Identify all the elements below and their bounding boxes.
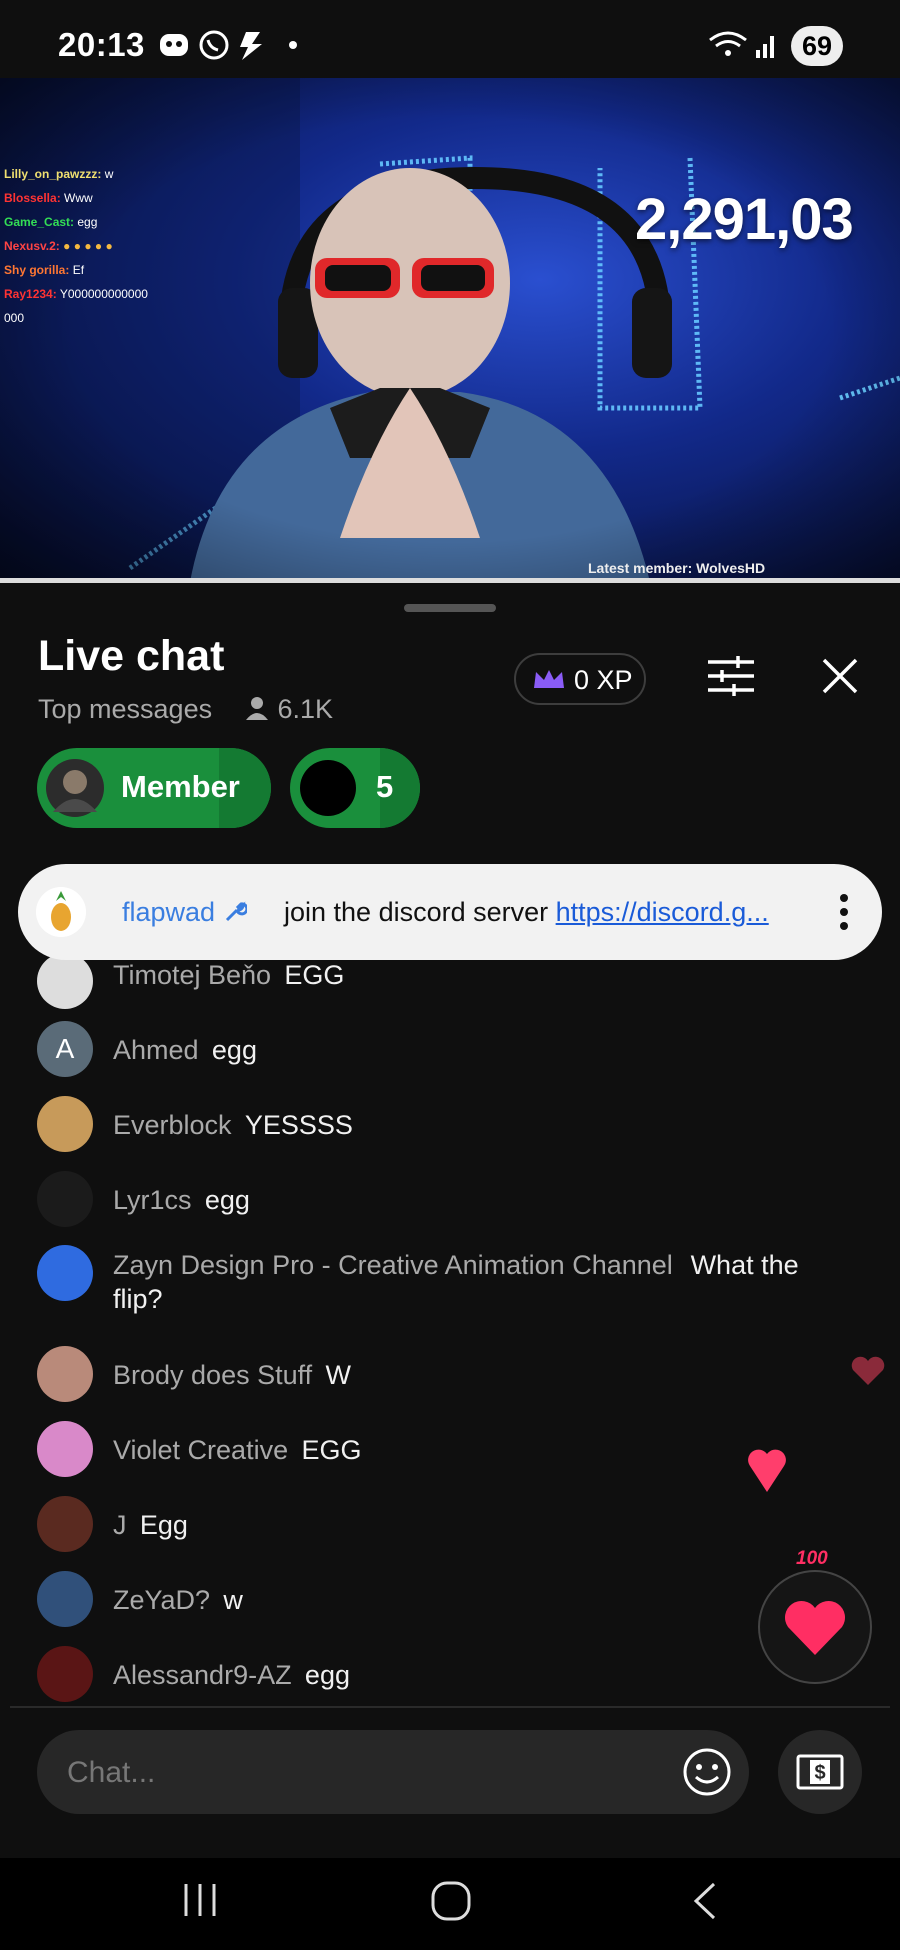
latest-member-label: Latest member: WolvesHD xyxy=(588,560,766,576)
stream-overlay-chat: Lilly_on_pawzzz: w Blossella: Www Game_C… xyxy=(4,162,148,330)
message-author: ZeYaD? xyxy=(113,1585,211,1615)
avatar xyxy=(37,1171,93,1227)
heart-icon xyxy=(748,1449,786,1492)
chat-input-placeholder: Chat... xyxy=(67,1756,156,1789)
member-chip[interactable]: Member xyxy=(37,748,271,828)
pinned-message[interactable]: flapwad join the discord server https://… xyxy=(18,864,882,960)
overlay-chat-line: 000 xyxy=(4,311,25,325)
wrench-icon xyxy=(225,901,248,922)
avatar xyxy=(37,1096,93,1152)
wifi-signal-icons xyxy=(709,31,774,58)
viewer-count: 6.1K xyxy=(244,694,333,725)
message-text: Egg xyxy=(139,1510,188,1540)
message-author: Zayn Design Pro - Creative Animation Cha… xyxy=(113,1250,673,1280)
discord-link[interactable]: https://discord.g... xyxy=(556,897,769,927)
pinned-author: flapwad xyxy=(122,897,248,928)
overlay-chat-line: Lilly_on_pawzzz: w xyxy=(4,167,114,181)
count-chip-label: 5 xyxy=(376,769,394,804)
black-circle-avatar xyxy=(300,760,356,816)
money-icon: $ xyxy=(796,1754,844,1790)
person-icon xyxy=(246,697,268,720)
emoji-icon[interactable] xyxy=(682,1747,732,1797)
viewer-count-value: 6.1K xyxy=(277,694,334,724)
avatar xyxy=(37,1346,93,1402)
avatar xyxy=(37,1496,93,1552)
count-chip[interactable]: 5 xyxy=(290,748,420,828)
streamer-video-frame xyxy=(0,78,900,582)
back-icon[interactable] xyxy=(690,1880,720,1922)
chat-input[interactable]: Chat... xyxy=(37,1730,749,1814)
message-text: W xyxy=(325,1360,351,1390)
avatar: A xyxy=(37,1021,93,1077)
tune-icon[interactable] xyxy=(706,654,756,698)
avatar xyxy=(37,1421,93,1477)
message-author: Alessandr9-AZ xyxy=(113,1660,292,1690)
pineapple-avatar xyxy=(36,887,86,937)
recent-apps-icon[interactable] xyxy=(180,1880,220,1920)
message-text-continued: flip? xyxy=(113,1284,163,1314)
status-bar: 20:13 69 xyxy=(0,0,900,78)
video-progress-bar[interactable] xyxy=(0,578,900,583)
message-text: egg xyxy=(304,1660,350,1690)
home-icon[interactable] xyxy=(430,1880,472,1922)
member-chip-label: Member xyxy=(121,769,240,804)
svg-text:$: $ xyxy=(814,1762,825,1784)
xp-badge[interactable]: 0 XP xyxy=(514,653,646,705)
member-avatar xyxy=(46,759,104,817)
avatar xyxy=(37,1646,93,1702)
system-nav-bar xyxy=(0,1858,900,1950)
heart-reaction-button[interactable] xyxy=(758,1570,872,1684)
chat-title: Live chat xyxy=(38,632,225,680)
avatar xyxy=(37,953,93,1009)
message-author: J xyxy=(113,1510,127,1540)
subscriber-counter: 2,291,03 xyxy=(635,187,854,252)
message-text: egg xyxy=(211,1035,257,1065)
message-author: Lyr1cs xyxy=(113,1185,192,1215)
overlay-chat-line: Ray1234: Y000000000000 xyxy=(4,287,148,301)
status-time: 20:13 xyxy=(58,26,145,63)
crown-icon xyxy=(534,670,564,688)
top-messages-selector[interactable]: Top messages xyxy=(38,694,212,725)
message-text: YESSSS xyxy=(244,1110,353,1140)
heart-icon xyxy=(784,1600,846,1655)
message-author: Everblock xyxy=(113,1110,232,1140)
drag-handle[interactable] xyxy=(404,604,496,612)
heart-count: 100 xyxy=(796,1548,828,1569)
more-vert-icon[interactable] xyxy=(838,892,850,932)
overlay-chat-line: Shy gorilla: Ef xyxy=(4,263,85,277)
message-text: egg xyxy=(204,1185,250,1215)
overlay-chat-line: Blossella: Www xyxy=(4,191,93,205)
avatar xyxy=(37,1571,93,1627)
super-chat-button[interactable]: $ xyxy=(778,1730,862,1814)
message-author: Timotej Beňo xyxy=(113,960,272,990)
message-text: w xyxy=(223,1585,243,1615)
overlay-chat-line: Game_Cast: egg xyxy=(4,215,98,229)
message-text: EGG xyxy=(284,960,345,990)
input-divider xyxy=(10,1706,890,1708)
close-icon[interactable] xyxy=(820,656,860,696)
xp-value: 0 XP xyxy=(574,665,633,695)
message-author: Ahmed xyxy=(113,1035,199,1065)
message-text: What the xyxy=(690,1250,799,1280)
overlay-chat-line: Nexusv.2: ● ● ● ● ● xyxy=(4,239,113,253)
pinned-text: join the discord server https://discord.… xyxy=(284,897,769,927)
message-text: EGG xyxy=(301,1435,362,1465)
notification-icons xyxy=(160,30,297,60)
avatar xyxy=(37,1245,93,1301)
message-author: Brody does Stuff xyxy=(113,1360,313,1390)
heart-icon xyxy=(851,1356,885,1385)
message-author: Violet Creative xyxy=(113,1435,289,1465)
battery-indicator: 69 xyxy=(791,26,843,66)
video-player[interactable]: Lilly_on_pawzzz: w Blossella: Www Game_C… xyxy=(0,78,900,582)
